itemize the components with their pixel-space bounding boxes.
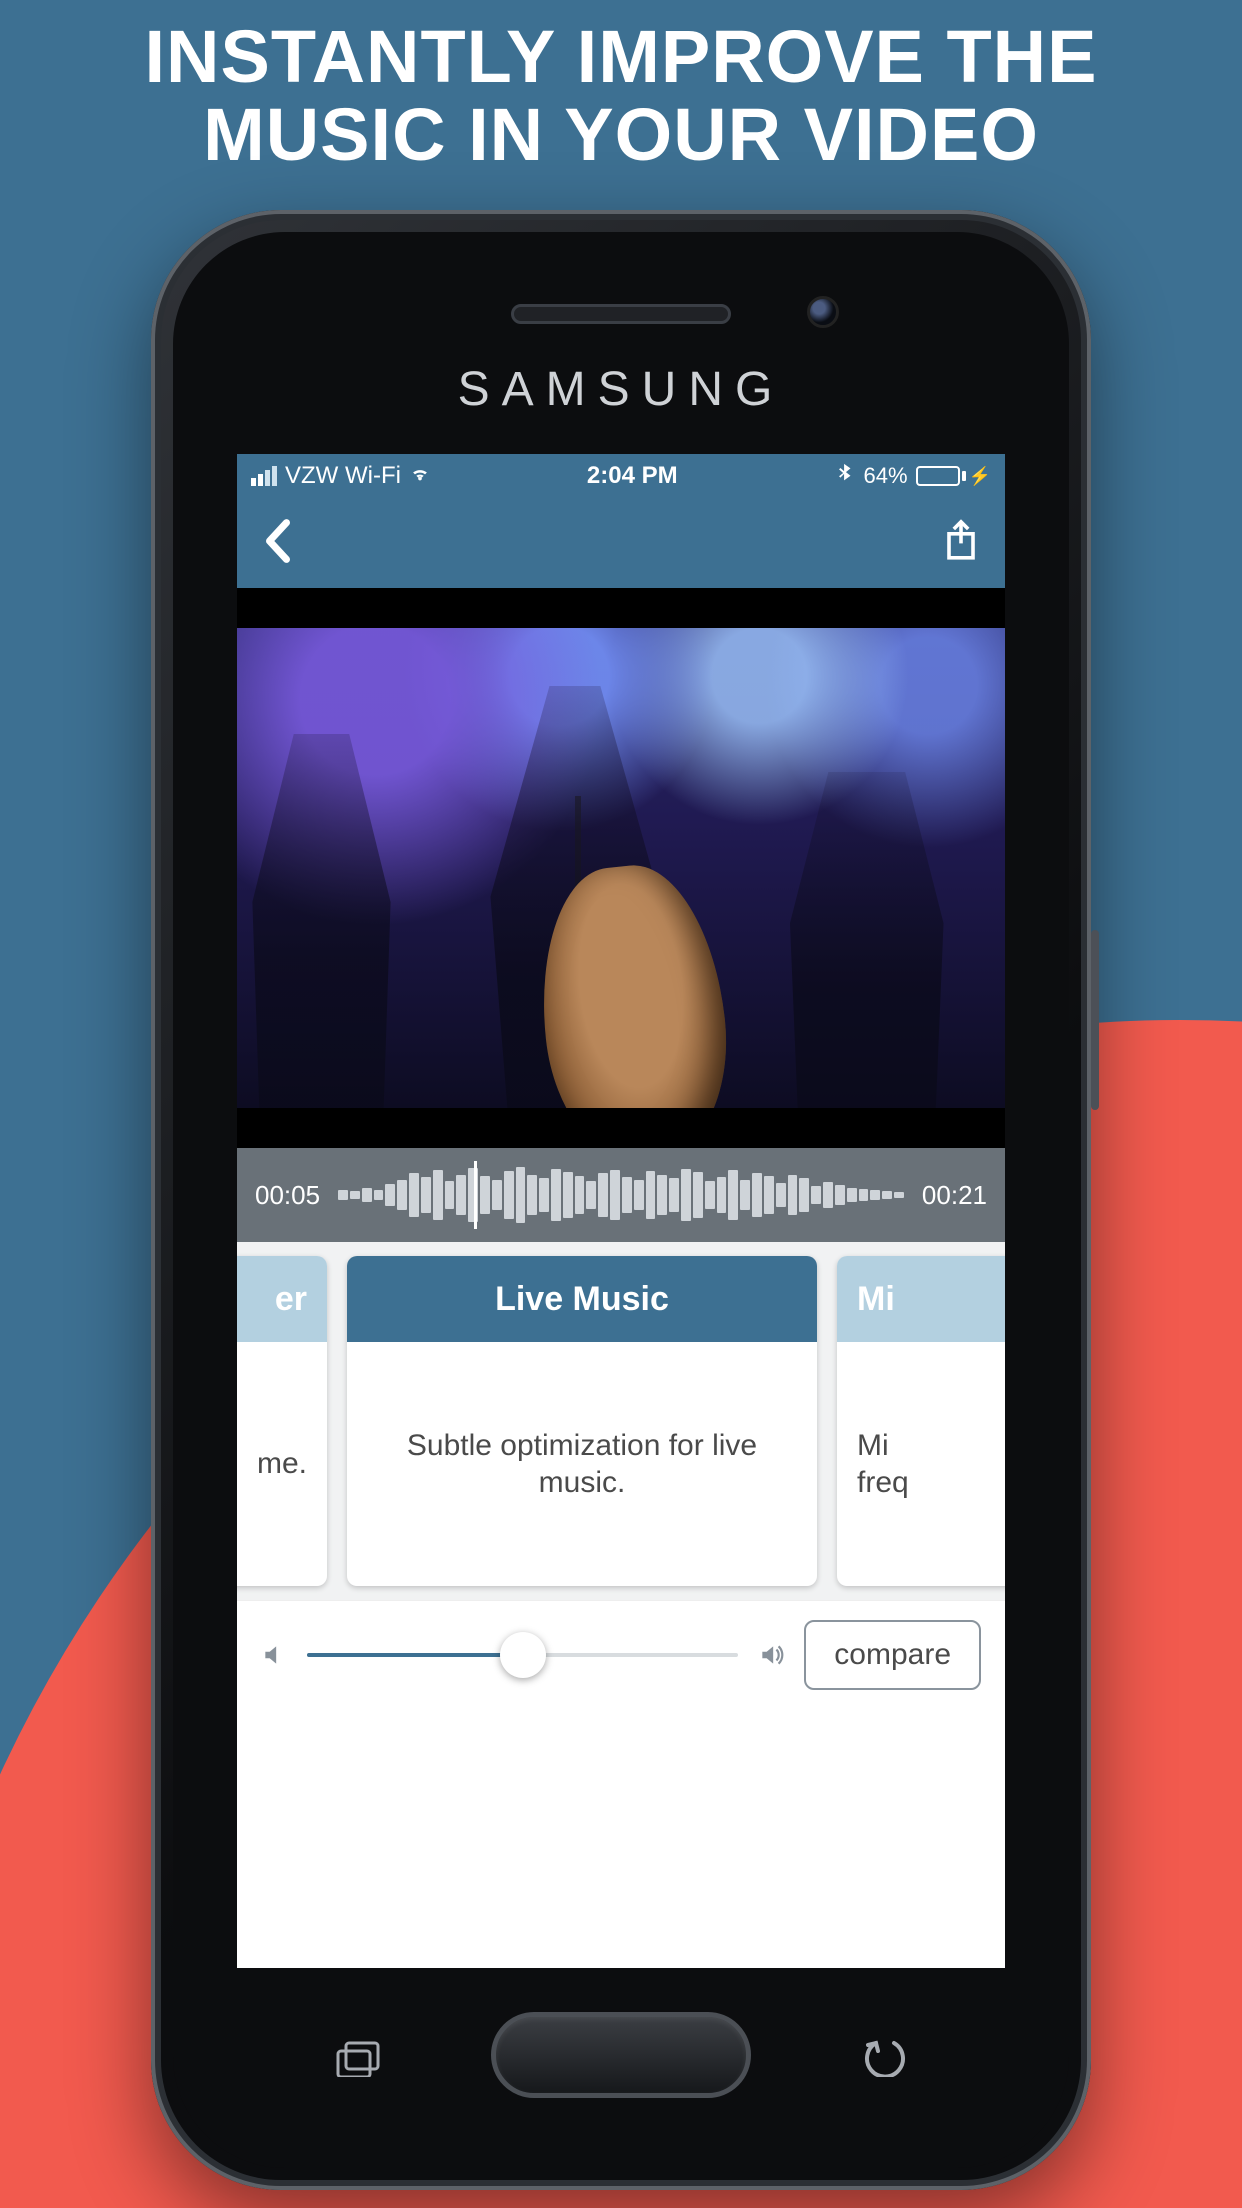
- preset-title: Live Music: [495, 1280, 669, 1319]
- status-bar: VZW Wi-Fi 2:04 PM 64%: [237, 454, 1005, 498]
- preset-description: Subtle optimization for live music.: [377, 1427, 787, 1502]
- home-softkey: [491, 2012, 751, 2098]
- promo-headline: INSTANTLY IMPROVE THE MUSIC IN YOUR VIDE…: [0, 18, 1242, 173]
- device-side-button: [1091, 930, 1099, 1110]
- preset-card-live-music[interactable]: Live Music Subtle optimization for live …: [347, 1256, 817, 1586]
- headline-line1: INSTANTLY IMPROVE THE: [145, 15, 1098, 98]
- playhead[interactable]: [474, 1161, 477, 1229]
- battery-percent: 64%: [864, 463, 908, 489]
- video-preview[interactable]: [237, 588, 1005, 1148]
- app-screen: VZW Wi-Fi 2:04 PM 64%: [237, 454, 1005, 1968]
- preset-next-title-frag: Mi: [857, 1280, 895, 1319]
- bottom-controls: compare: [237, 1600, 1005, 1708]
- device-shell-inner: SAMSUNG VZW Wi-Fi 2:04 PM: [173, 232, 1069, 2168]
- preset-prev-body-frag: me.: [257, 1445, 307, 1483]
- waveform[interactable]: [338, 1165, 904, 1225]
- preset-next-body-frag2: freq: [857, 1466, 909, 1499]
- preset-next-body-frag1: Mi: [857, 1429, 889, 1462]
- slider-fill: [307, 1653, 523, 1657]
- signal-icon: [251, 466, 277, 486]
- status-time: 2:04 PM: [439, 462, 826, 490]
- device-shell: SAMSUNG VZW Wi-Fi 2:04 PM: [151, 210, 1091, 2190]
- app-navbar: [237, 498, 1005, 588]
- device-front-camera: [807, 296, 839, 328]
- device-speaker: [511, 304, 731, 324]
- scrubber-end-time: 00:21: [922, 1180, 987, 1211]
- share-button[interactable]: [941, 517, 981, 570]
- scrubber-start-time: 00:05: [255, 1180, 320, 1211]
- device-softkeys: [173, 2000, 1069, 2110]
- preset-carousel[interactable]: er me. Live Music Subtle optimization fo…: [237, 1242, 1005, 1600]
- headline-line2: MUSIC IN YOUR VIDEO: [203, 93, 1039, 176]
- preset-prev-title-frag: er: [275, 1280, 307, 1319]
- volume-low-icon: [261, 1642, 287, 1668]
- back-softkey-icon: [849, 2030, 919, 2080]
- charging-icon: ⚡: [969, 466, 991, 487]
- preset-card-prev[interactable]: er me.: [237, 1256, 327, 1586]
- wifi-icon: [409, 462, 431, 491]
- audio-scrubber[interactable]: 00:05 00:21: [237, 1148, 1005, 1242]
- back-button[interactable]: [261, 517, 295, 570]
- status-right: 64% ⚡: [834, 462, 991, 491]
- volume-high-icon: [758, 1642, 784, 1668]
- device-brand-label: SAMSUNG: [173, 362, 1069, 417]
- battery-icon: ⚡: [916, 466, 991, 487]
- preset-card-next[interactable]: Mi Mi freq: [837, 1256, 1005, 1586]
- recents-softkey-icon: [323, 2030, 393, 2080]
- compare-button[interactable]: compare: [804, 1620, 981, 1690]
- video-frame: [237, 628, 1005, 1108]
- bluetooth-icon: [834, 462, 856, 491]
- device-mock: SAMSUNG VZW Wi-Fi 2:04 PM: [151, 210, 1091, 2190]
- carrier-label: VZW Wi-Fi: [285, 462, 401, 490]
- status-left: VZW Wi-Fi: [251, 462, 431, 491]
- slider-thumb[interactable]: [500, 1632, 546, 1678]
- intensity-slider[interactable]: [307, 1653, 738, 1657]
